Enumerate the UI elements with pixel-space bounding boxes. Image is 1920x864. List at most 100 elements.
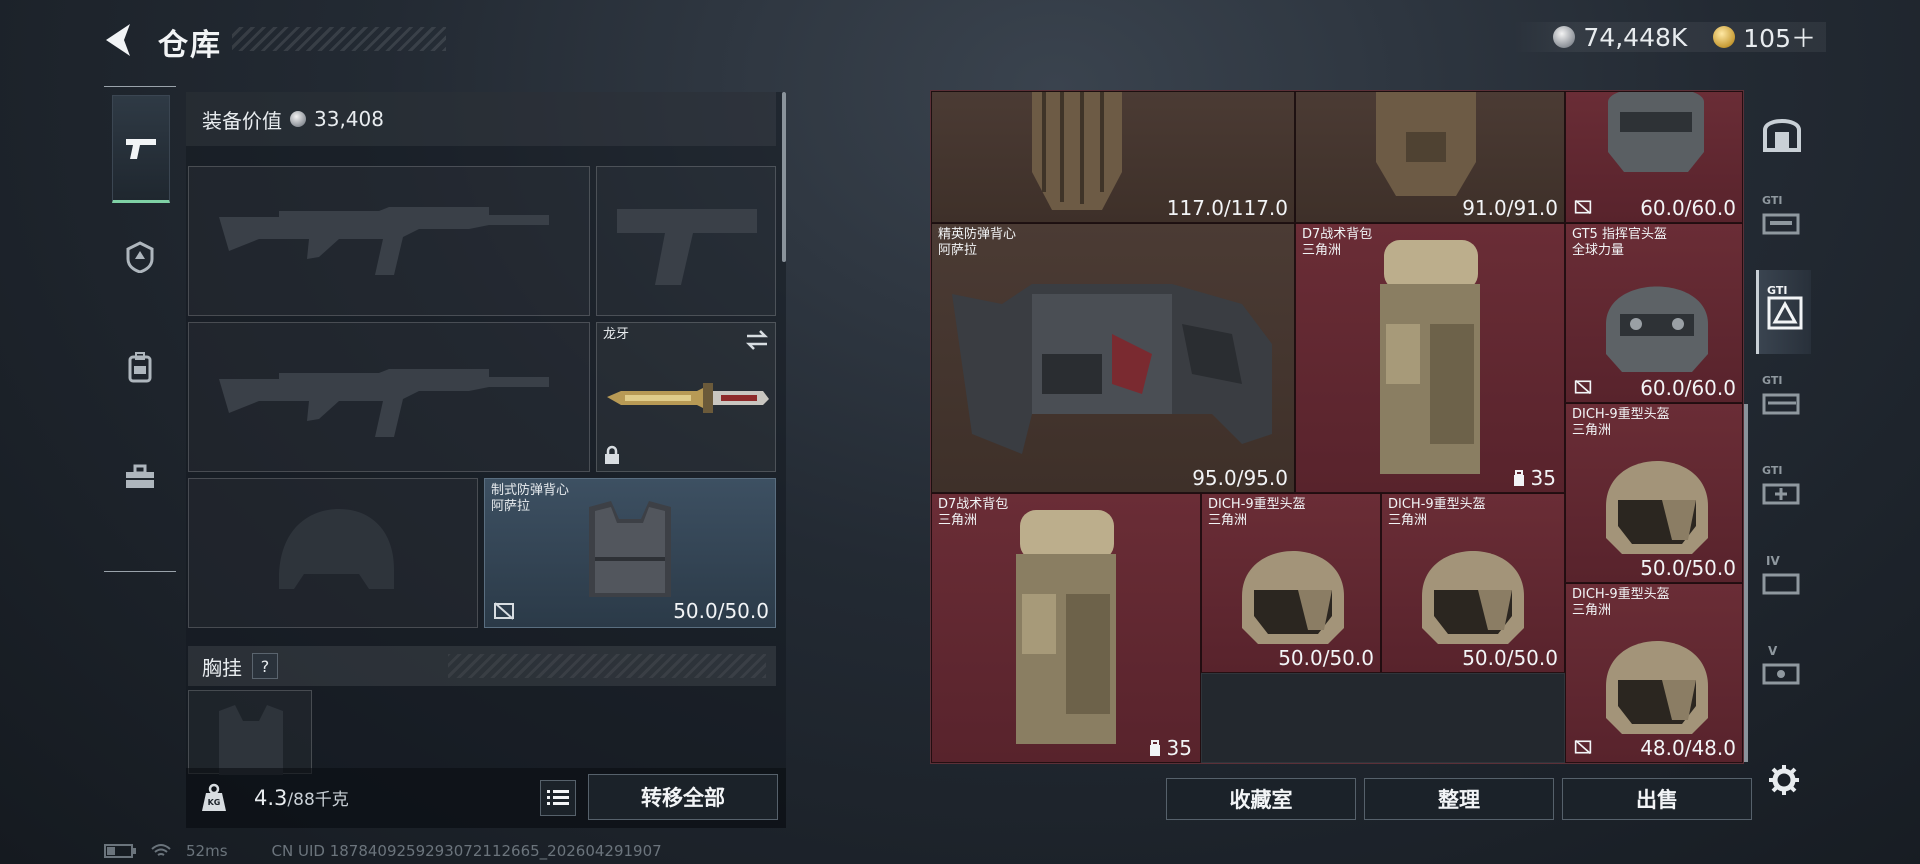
weight-value: 4.3 (254, 786, 288, 810)
silver-amount: 74,448K (1583, 22, 1688, 52)
stash-item-dich9-helmet-4[interactable]: DICH-9重型头盔 三角洲 48.0/48.0 (1565, 583, 1743, 763)
tab-gti-medical[interactable]: GTI (1756, 450, 1808, 534)
nav-backpack[interactable] (112, 315, 168, 419)
tab-storage-iv[interactable]: IV (1756, 540, 1808, 624)
vault-icon (1763, 119, 1801, 152)
chest-rig-header: 胸挂 ? (188, 646, 776, 686)
loadout-footer: KG 4.3/88千克 转移全部 (186, 768, 786, 828)
helmet-image (1606, 286, 1708, 372)
stash-scrollbar[interactable] (1744, 404, 1748, 762)
slot-body-armor[interactable]: 制式防弹背心 阿萨拉 50.0/50.0 (484, 478, 776, 628)
nav-toolbox[interactable] (112, 425, 168, 529)
heavy-helmet-image (1606, 641, 1708, 734)
carry-weight: 4.3/88千克 (254, 785, 349, 810)
tab-label: GTI (1767, 284, 1788, 297)
heavy-helmet-image (1422, 551, 1524, 644)
tab-gti-rifle[interactable]: GTI (1756, 360, 1808, 444)
armor-name: 制式防弹背心 阿萨拉 (491, 483, 570, 514)
item-name: DICH-9重型头盔 三角洲 (1572, 587, 1670, 618)
no-repair-icon (1574, 739, 1592, 755)
stash-item-helmet-top[interactable]: 60.0/60.0 (1565, 91, 1743, 223)
swap-icon[interactable] (745, 329, 769, 351)
slot-pistol[interactable] (596, 166, 776, 316)
stash-item-dich9-helmet-2[interactable]: DICH-9重型头盔 三角洲 50.0/50.0 (1201, 493, 1381, 673)
backpack-icon (128, 352, 152, 383)
stash-item-backpack-top-1[interactable]: 117.0/117.0 (931, 91, 1295, 223)
empty-grid-cells[interactable] (1201, 673, 1565, 763)
stash-tabs-rail: GTI GTI GTI GTI IV V (1752, 90, 1812, 762)
armor-durability: 50.0/50.0 (673, 599, 769, 623)
helmet-image (1608, 92, 1704, 172)
rifle-silhouette-icon (219, 369, 549, 437)
loadout-panel: 装备价值 33,408 龙牙 制式防弹背心 阿萨拉 50.0/50.0 胸挂 ?… (186, 92, 786, 828)
chest-rig-label: 胸挂 (202, 655, 242, 680)
slot-chest-rig[interactable] (188, 690, 312, 775)
loadout-scrollbar[interactable] (782, 92, 786, 262)
gti-rifle-icon (1762, 393, 1800, 415)
toolbox-icon (126, 464, 154, 488)
silver-coin-icon (290, 111, 306, 127)
tab-storage-v[interactable]: V (1756, 630, 1808, 714)
gold-amount[interactable]: 105＋ (1743, 19, 1816, 55)
list-view-button[interactable] (540, 780, 576, 816)
collection-room-button[interactable]: 收藏室 (1166, 778, 1356, 820)
tab-label: V (1768, 644, 1778, 658)
item-durability: 60.0/60.0 (1640, 376, 1736, 400)
chest-rig-silhouette-icon (219, 705, 283, 775)
weight-icon-text: KG (207, 798, 221, 807)
stash-item-gt5-helmet[interactable]: GT5 指挥官头盔 全球力量 60.0/60.0 (1565, 223, 1743, 403)
wifi-icon (151, 844, 171, 856)
equipment-value: 装备价值 33,408 (186, 92, 776, 146)
nav-armor[interactable] (112, 205, 168, 309)
tab-gti-weapon[interactable]: GTI (1756, 180, 1808, 264)
sell-button[interactable]: 出售 (1562, 778, 1752, 820)
slot-helmet[interactable] (188, 478, 478, 628)
storage-v-icon (1762, 663, 1800, 685)
backpack-image (1376, 92, 1476, 196)
item-quantity: 35 (1147, 736, 1192, 760)
settings-button[interactable] (1764, 760, 1804, 800)
tab-vault[interactable] (1756, 90, 1808, 174)
currency-bar: 74,448K 105＋ (1513, 19, 1826, 55)
item-durability: 117.0/117.0 (1166, 196, 1288, 220)
item-durability: 48.0/48.0 (1640, 736, 1736, 760)
item-durability: 60.0/60.0 (1640, 196, 1736, 220)
slot-melee[interactable]: 龙牙 (596, 322, 776, 472)
stash-item-d7-backpack-2[interactable]: D7战术背包 三角洲 35 (931, 493, 1201, 763)
stash-item-elite-vest[interactable]: 精英防弹背心 阿萨拉 95.0/95.0 (931, 223, 1295, 493)
item-quantity: 35 (1511, 466, 1556, 490)
elite-vest-image (952, 284, 1272, 454)
equip-value-amount: 33,408 (314, 107, 384, 131)
stash-item-d7-backpack-1[interactable]: D7战术背包 三角洲 35 (1295, 223, 1565, 493)
stash-item-dich9-helmet-1[interactable]: DICH-9重型头盔 三角洲 50.0/50.0 (1565, 403, 1743, 583)
helmet-silhouette-icon (279, 509, 394, 589)
lock-icon (605, 445, 619, 464)
battery-icon (104, 844, 136, 858)
loadout-category-nav (104, 86, 176, 572)
nav-weapons[interactable] (112, 95, 170, 203)
transfer-all-button[interactable]: 转移全部 (588, 774, 778, 820)
slot-primary-weapon-1[interactable] (188, 166, 590, 316)
stash-item-backpack-top-2[interactable]: 91.0/91.0 (1295, 91, 1565, 223)
pistol-silhouette-icon (617, 209, 757, 285)
tab-label: GTI (1762, 374, 1783, 387)
no-repair-icon (494, 602, 514, 620)
capacity-icon (1149, 740, 1160, 756)
backpack-image (1032, 92, 1122, 210)
tab-label: GTI (1762, 464, 1783, 477)
weight-icon: KG (194, 778, 234, 818)
tab-gti-armor[interactable]: GTI (1756, 270, 1811, 354)
stash-item-dich9-helmet-3[interactable]: DICH-9重型头盔 三角洲 50.0/50.0 (1381, 493, 1565, 673)
back-arrow-icon (106, 24, 130, 56)
equip-value-label: 装备价值 (202, 108, 282, 133)
slot-primary-weapon-2[interactable] (188, 322, 590, 472)
combat-knife-image (607, 383, 769, 413)
sort-button[interactable]: 整理 (1364, 778, 1554, 820)
gti-armor-icon (1767, 296, 1803, 330)
stash-grid: 117.0/117.0 91.0/91.0 60.0/60.0 精英防弹背心 阿… (930, 90, 1744, 764)
item-name: GT5 指挥官头盔 全球力量 (1572, 227, 1667, 258)
capacity-icon (1513, 470, 1524, 486)
help-icon[interactable]: ? (252, 653, 278, 679)
back-button[interactable] (100, 18, 144, 62)
page-title: 仓库 (158, 28, 222, 63)
